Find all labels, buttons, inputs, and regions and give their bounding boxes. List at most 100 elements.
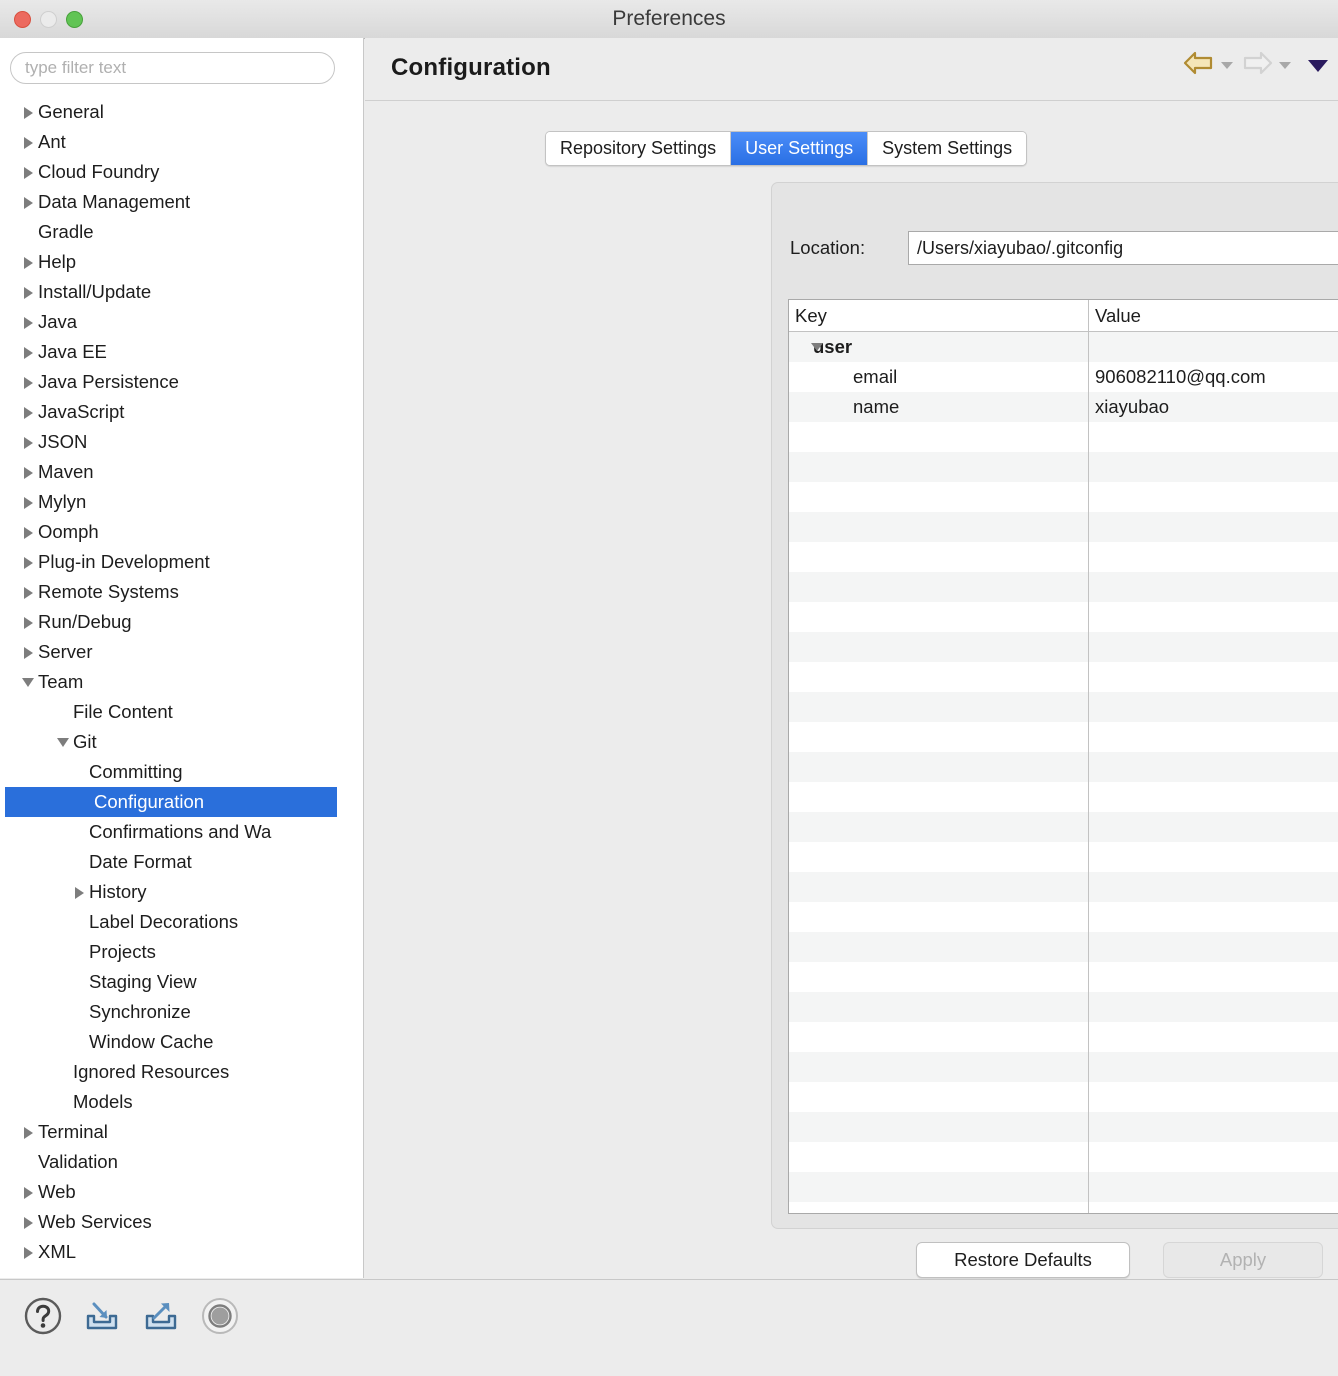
triangle-right-icon[interactable]: [22, 637, 37, 667]
table-row[interactable]: [789, 572, 1338, 602]
triangle-right-icon[interactable]: [22, 97, 37, 127]
table-row[interactable]: [789, 1082, 1338, 1112]
triangle-right-icon[interactable]: [22, 607, 37, 637]
triangle-right-icon[interactable]: [22, 547, 37, 577]
table-row[interactable]: [789, 1172, 1338, 1202]
sidebar-item-java[interactable]: Java: [0, 307, 363, 337]
triangle-right-icon[interactable]: [22, 277, 37, 307]
sidebar-item-file-content[interactable]: File Content: [0, 697, 363, 727]
triangle-down-icon[interactable]: [811, 343, 823, 351]
sidebar-item-server[interactable]: Server: [0, 637, 363, 667]
table-row[interactable]: [789, 1052, 1338, 1082]
sidebar-item-help[interactable]: Help: [0, 247, 363, 277]
table-row[interactable]: [789, 542, 1338, 572]
restore-defaults-button[interactable]: Restore Defaults: [916, 1242, 1130, 1278]
table-row[interactable]: [789, 872, 1338, 902]
table-row[interactable]: email 906082110@qq.com: [789, 362, 1338, 392]
sidebar-item-mylyn[interactable]: Mylyn: [0, 487, 363, 517]
table-row[interactable]: [789, 782, 1338, 812]
triangle-right-icon[interactable]: [22, 1177, 37, 1207]
triangle-down-icon[interactable]: [22, 667, 37, 697]
table-row[interactable]: [789, 1022, 1338, 1052]
table-row[interactable]: [789, 1202, 1338, 1213]
triangle-right-icon[interactable]: [22, 487, 37, 517]
sidebar-item-date-format[interactable]: Date Format: [0, 847, 363, 877]
table-row[interactable]: [789, 422, 1338, 452]
sidebar-item-java-ee[interactable]: Java EE: [0, 337, 363, 367]
sidebar-item-projects[interactable]: Projects: [0, 937, 363, 967]
location-input[interactable]: [908, 231, 1338, 265]
sidebar-item-oomph[interactable]: Oomph: [0, 517, 363, 547]
sidebar-item-plug-in-development[interactable]: Plug-in Development: [0, 547, 363, 577]
sidebar-item-general[interactable]: General: [0, 97, 363, 127]
triangle-right-icon[interactable]: [22, 127, 37, 157]
sidebar-item-terminal[interactable]: Terminal: [0, 1117, 363, 1147]
triangle-right-icon[interactable]: [22, 187, 37, 217]
sidebar-item-staging-view[interactable]: Staging View: [0, 967, 363, 997]
table-row[interactable]: [789, 962, 1338, 992]
record-icon[interactable]: [199, 1295, 241, 1337]
sidebar-item-run-debug[interactable]: Run/Debug: [0, 607, 363, 637]
sidebar-item-web-services[interactable]: Web Services: [0, 1207, 363, 1237]
triangle-right-icon[interactable]: [73, 877, 88, 907]
table-row[interactable]: [789, 1112, 1338, 1142]
triangle-right-icon[interactable]: [22, 517, 37, 547]
sidebar-item-team[interactable]: Team: [0, 667, 363, 697]
table-row[interactable]: user: [789, 332, 1338, 362]
sidebar-item-committing[interactable]: Committing: [0, 757, 363, 787]
import-icon[interactable]: [81, 1295, 123, 1337]
sidebar-item-maven[interactable]: Maven: [0, 457, 363, 487]
table-row[interactable]: [789, 692, 1338, 722]
triangle-right-icon[interactable]: [22, 1237, 37, 1267]
triangle-right-icon[interactable]: [22, 457, 37, 487]
triangle-right-icon[interactable]: [22, 367, 37, 397]
table-row[interactable]: [789, 902, 1338, 932]
tab-user-settings[interactable]: User Settings: [731, 132, 869, 165]
tab-system-settings[interactable]: System Settings: [868, 132, 1027, 165]
table-row[interactable]: name xiayubao: [789, 392, 1338, 422]
sidebar-item-models[interactable]: Models: [0, 1087, 363, 1117]
table-row[interactable]: [789, 992, 1338, 1022]
sidebar-item-install-update[interactable]: Install/Update: [0, 277, 363, 307]
back-chevron-down-icon[interactable]: [1221, 62, 1233, 69]
triangle-right-icon[interactable]: [22, 247, 37, 277]
sidebar-item-synchronize[interactable]: Synchronize: [0, 997, 363, 1027]
column-header-key[interactable]: Key: [789, 300, 1089, 331]
sidebar-item-history[interactable]: History: [0, 877, 363, 907]
table-row[interactable]: [789, 512, 1338, 542]
sidebar-item-git[interactable]: Git: [0, 727, 363, 757]
table-row[interactable]: [789, 812, 1338, 842]
triangle-right-icon[interactable]: [22, 397, 37, 427]
triangle-right-icon[interactable]: [22, 1117, 37, 1147]
triangle-right-icon[interactable]: [22, 1207, 37, 1237]
help-icon[interactable]: [22, 1295, 64, 1337]
triangle-right-icon[interactable]: [22, 337, 37, 367]
sidebar-item-validation[interactable]: Validation: [0, 1147, 363, 1177]
tab-repository-settings[interactable]: Repository Settings: [546, 132, 732, 165]
triangle-right-icon[interactable]: [22, 577, 37, 607]
sidebar-item-remote-systems[interactable]: Remote Systems: [0, 577, 363, 607]
sidebar-item-configuration[interactable]: Configuration: [5, 787, 337, 817]
table-row[interactable]: [789, 1142, 1338, 1172]
triangle-right-icon[interactable]: [22, 307, 37, 337]
sidebar-item-ignored-resources[interactable]: Ignored Resources: [0, 1057, 363, 1087]
triangle-down-icon[interactable]: [57, 727, 72, 757]
triangle-right-icon[interactable]: [22, 427, 37, 457]
sidebar-item-web[interactable]: Web: [0, 1177, 363, 1207]
search-input[interactable]: [10, 52, 335, 84]
sidebar-item-ant[interactable]: Ant: [0, 127, 363, 157]
table-row[interactable]: [789, 722, 1338, 752]
column-header-value[interactable]: Value: [1089, 300, 1338, 331]
table-row[interactable]: [789, 662, 1338, 692]
sidebar-item-data-management[interactable]: Data Management: [0, 187, 363, 217]
triangle-down-icon[interactable]: [1308, 59, 1328, 72]
sidebar-item-json[interactable]: JSON: [0, 427, 363, 457]
sidebar-item-gradle[interactable]: Gradle: [0, 217, 363, 247]
sidebar-item-cloud-foundry[interactable]: Cloud Foundry: [0, 157, 363, 187]
table-row[interactable]: [789, 452, 1338, 482]
sidebar-item-confirmations-and-wa[interactable]: Confirmations and Wa: [0, 817, 363, 847]
sidebar-item-javascript[interactable]: JavaScript: [0, 397, 363, 427]
triangle-right-icon[interactable]: [22, 157, 37, 187]
table-row[interactable]: [789, 632, 1338, 662]
sidebar-item-xml[interactable]: XML: [0, 1237, 363, 1267]
